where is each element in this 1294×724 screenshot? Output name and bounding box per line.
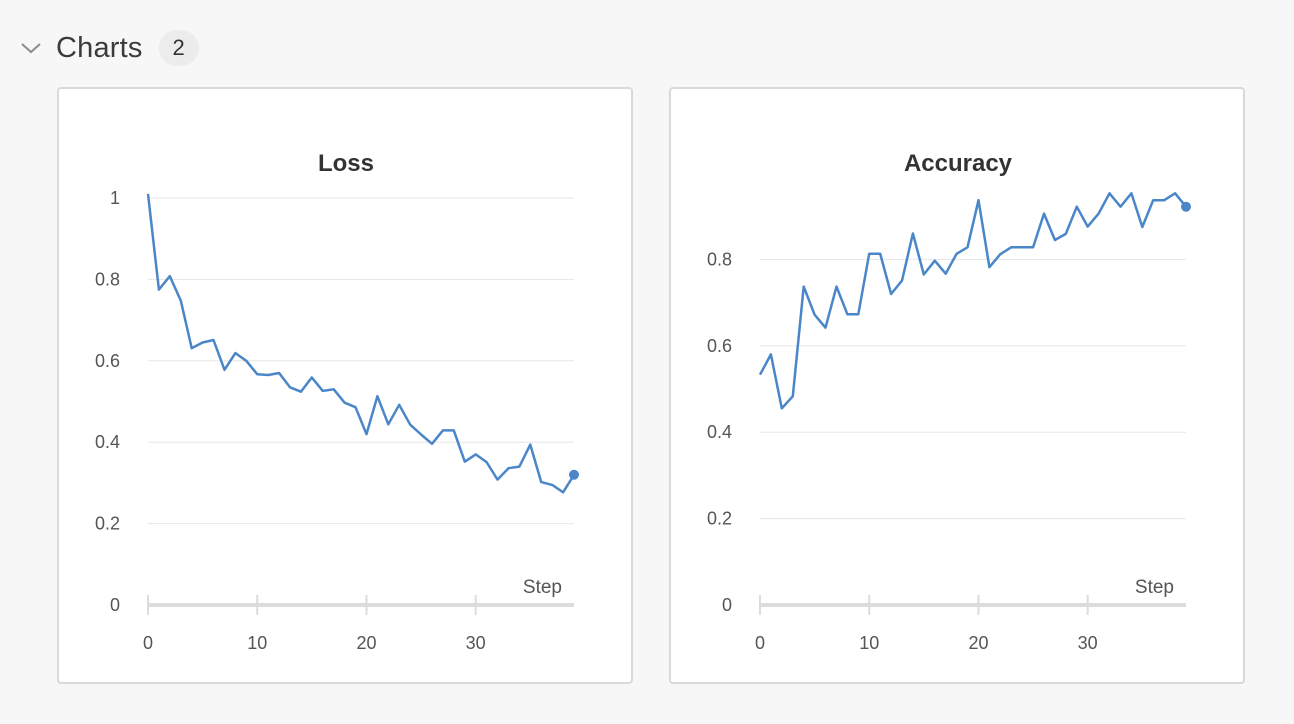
loss-chart-panel[interactable]: Loss 0 0.2 0.4 0.6 0.8 1 0 10 20 30 Step <box>57 87 633 684</box>
x-tick-label: 0 <box>143 633 153 653</box>
x-tick-label: 20 <box>968 633 988 653</box>
x-tick-label: 0 <box>755 633 765 653</box>
y-tick-label: 0.4 <box>95 432 120 452</box>
y-tick-label: 0 <box>722 595 732 615</box>
series-line <box>146 193 576 494</box>
charts-section-header: Charts 2 <box>18 26 199 70</box>
x-tick-label: 10 <box>247 633 267 653</box>
last-point-marker <box>569 469 579 480</box>
series-line <box>758 192 1187 410</box>
chart-count-badge: 2 <box>158 30 199 66</box>
chart-title: Accuracy <box>904 150 1013 177</box>
accuracy-chart: Accuracy 0 0.2 0.4 0.6 0.8 0 10 20 30 Step <box>707 150 1191 653</box>
x-tick-label: 30 <box>466 633 486 653</box>
y-tick-label: 0 <box>110 595 120 615</box>
y-tick-label: 0.6 <box>95 351 120 371</box>
accuracy-chart-panel[interactable]: Accuracy 0 0.2 0.4 0.6 0.8 0 10 20 30 Step <box>669 87 1245 684</box>
y-tick-label: 1 <box>110 188 120 208</box>
x-axis-label: Step <box>523 577 562 598</box>
x-tick-label: 10 <box>859 633 879 653</box>
y-tick-label: 0.4 <box>707 422 732 442</box>
y-tick-label: 0.8 <box>95 269 120 289</box>
y-tick-label: 0.2 <box>707 509 732 529</box>
last-point-marker <box>1181 201 1191 212</box>
loss-chart: Loss 0 0.2 0.4 0.6 0.8 1 0 10 20 30 Step <box>95 150 579 653</box>
x-tick-label: 30 <box>1078 633 1098 653</box>
x-axis-label: Step <box>1135 577 1174 598</box>
x-tick-label: 20 <box>356 633 376 653</box>
section-title: Charts <box>56 31 143 64</box>
y-tick-label: 0.8 <box>707 249 732 269</box>
y-tick-label: 0.6 <box>707 336 732 356</box>
chevron-down-icon[interactable] <box>18 35 44 61</box>
chart-title: Loss <box>318 150 374 177</box>
y-tick-label: 0.2 <box>95 514 120 534</box>
